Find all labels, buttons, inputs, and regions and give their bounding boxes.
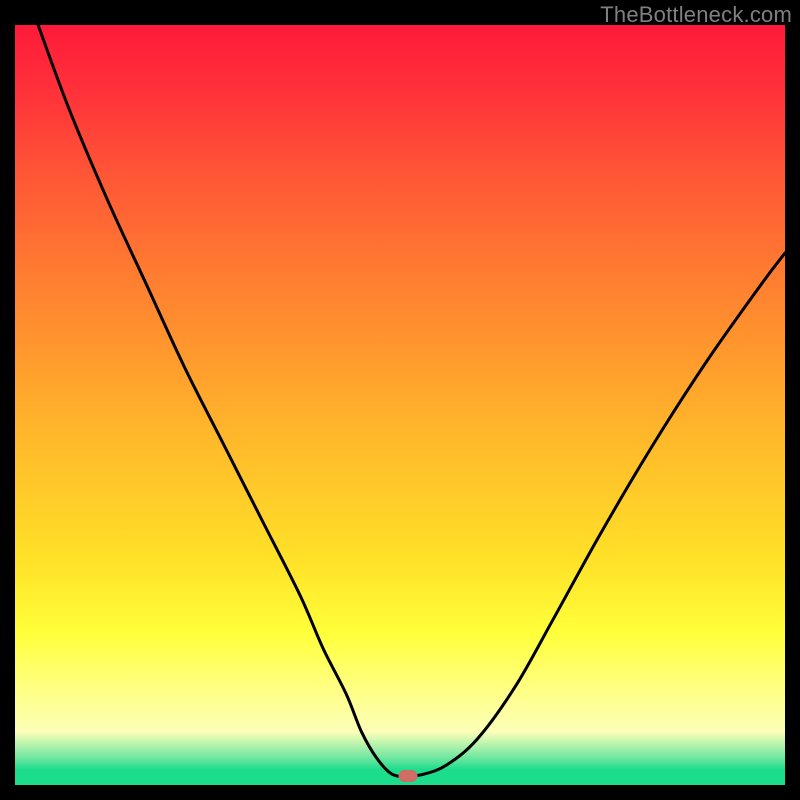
chart-frame: TheBottleneck.com	[0, 0, 800, 800]
curve-svg	[15, 25, 785, 785]
bottleneck-curve	[38, 25, 785, 776]
plot-area	[15, 25, 785, 785]
optimum-marker	[398, 770, 417, 782]
